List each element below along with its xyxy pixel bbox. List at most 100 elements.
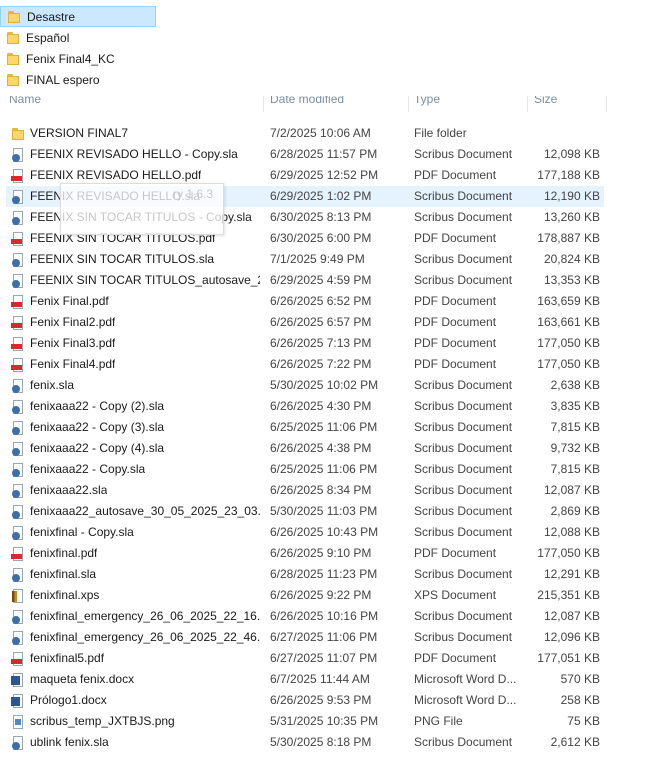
scribus-icon (11, 379, 25, 393)
file-row[interactable]: ublink fenix.sla 5/30/2025 8:18 PM Scribus… (0, 732, 655, 753)
file-name: fenixaaa22 - Copy (3).sla (30, 420, 165, 434)
file-row[interactable]: Fenix Final4.pdf 6/26/2025 7:22 PM PDF Doc… (0, 354, 655, 375)
file-name: Prólogo1.docx (30, 693, 107, 707)
file-row[interactable]: fenixfinal_emergency_26_06_2025_22_16...… (0, 606, 655, 627)
file-row[interactable]: fenixaaa22 - Copy (2).sla 6/26/2025 4:30 … (0, 396, 655, 417)
file-date-modified: 6/25/2025 11:06 PM (270, 420, 378, 434)
word-icon (11, 694, 25, 708)
file-row[interactable]: VERSION FINAL7 7/2/2025 10:06 AM File fold… (0, 123, 655, 144)
file-date-modified: 6/26/2025 6:52 PM (270, 294, 372, 308)
scribus-icon (11, 442, 25, 456)
file-size: 12,087 KB (543, 609, 600, 623)
file-size: 9,732 KB (550, 441, 600, 455)
file-type: Scribus Document (414, 462, 513, 476)
file-row[interactable]: fenixaaa22 - Copy.sla 6/25/2025 11:06 PM S… (0, 459, 655, 480)
file-date-modified: 6/26/2025 7:22 PM (270, 357, 372, 371)
file-date-modified: 6/26/2025 9:22 PM (270, 588, 372, 602)
folder-icon (6, 31, 20, 45)
file-type: Microsoft Word D... (414, 672, 517, 686)
column-header-type[interactable]: Type (414, 96, 440, 106)
file-size: 177,050 KB (537, 357, 600, 371)
png-icon (11, 715, 25, 729)
file-size: 3,835 KB (550, 399, 600, 413)
file-size: 178,887 KB (537, 231, 600, 245)
file-type: XPS Document (414, 588, 497, 602)
tree-item-label: Fenix Final4_KC (26, 51, 115, 66)
file-type: Scribus Document (414, 567, 513, 581)
file-date-modified: 6/29/2025 12:52 PM (270, 168, 379, 182)
file-row[interactable]: fenixaaa22 - Copy (3).sla 6/25/2025 11:06… (0, 417, 655, 438)
file-row[interactable]: Fenix Final3.pdf 6/26/2025 7:13 PM PDF Doc… (0, 333, 655, 354)
file-type: Scribus Document (414, 609, 513, 623)
tree-item-final-espero[interactable]: FINAL espero (0, 69, 160, 90)
file-row[interactable]: fenixfinal_emergency_26_06_2025_22_46...… (0, 627, 655, 648)
file-row[interactable]: Fenix Final2.pdf 6/26/2025 6:57 PM PDF Doc… (0, 312, 655, 333)
file-row[interactable]: fenixaaa22_autosave_30_05_2025_23_03.sla… (0, 501, 655, 522)
file-row[interactable]: fenixfinal.xps 6/26/2025 9:22 PM XPS Docum… (0, 585, 655, 606)
file-row[interactable]: maqueta fenix.docx 6/7/2025 11:44 AM Micro… (0, 669, 655, 690)
file-row[interactable]: scribus_temp_JXTBJS.png 5/31/2025 10:35 P… (0, 711, 655, 732)
scribus-icon (11, 211, 25, 225)
file-size: 13,353 KB (543, 273, 600, 287)
file-size: 2,638 KB (550, 378, 600, 392)
column-header-name[interactable]: Name (9, 96, 41, 106)
scribus-icon (11, 610, 25, 624)
file-row[interactable]: fenix.sla 5/30/2025 10:02 PM Scribus Docum… (0, 375, 655, 396)
file-size: 12,098 KB (543, 147, 600, 161)
file-date-modified: 5/30/2025 10:02 PM (270, 378, 379, 392)
file-row[interactable]: fenixfinal.sla 6/28/2025 11:23 PM Scribus … (0, 564, 655, 585)
file-row[interactable]: FEENIX REVISADO HELLO - Copy.sla 6/28/202… (0, 144, 655, 165)
scribus-icon (11, 631, 25, 645)
file-date-modified: 6/26/2025 7:13 PM (270, 336, 372, 350)
file-row[interactable]: fenixaaa22.sla 6/26/2025 8:34 PM Scribus D… (0, 480, 655, 501)
file-size: 177,188 KB (537, 168, 600, 182)
file-name: fenix.sla (30, 378, 75, 392)
file-row[interactable]: fenixfinal.pdf 6/26/2025 9:10 PM PDF Docum… (0, 543, 655, 564)
file-name: FEENIX SIN TOCAR TITULOS.sla (30, 252, 215, 266)
tree-item-desastre[interactable]: Desastre (0, 6, 156, 27)
file-type: PNG File (414, 714, 463, 728)
file-type: Scribus Document (414, 252, 513, 266)
file-date-modified: 6/30/2025 8:13 PM (270, 210, 372, 224)
file-name: Fenix Final4.pdf (30, 357, 116, 371)
file-size: 177,050 KB (537, 546, 600, 560)
file-row[interactable]: fenixaaa22 - Copy (4).sla 6/26/2025 4:38 … (0, 438, 655, 459)
file-row[interactable]: FEENIX SIN TOCAR TITULOS_autosave_29... 6… (0, 270, 655, 291)
file-row[interactable]: Prólogo1.docx 6/26/2025 9:53 PM Microsoft … (0, 690, 655, 711)
scribus-icon (11, 526, 25, 540)
file-name: fenixaaa22.sla (30, 483, 108, 497)
column-divider[interactable] (408, 96, 409, 112)
file-type: Scribus Document (414, 420, 513, 434)
tree-item-espanol[interactable]: Español (0, 27, 160, 48)
file-date-modified: 6/26/2025 9:53 PM (270, 693, 372, 707)
column-divider[interactable] (263, 96, 264, 112)
file-size: 13,260 KB (543, 210, 600, 224)
column-header-size[interactable]: Size (534, 96, 557, 106)
column-divider[interactable] (606, 96, 607, 112)
file-type: Scribus Document (414, 525, 513, 539)
xps-icon (11, 589, 25, 603)
word-icon (11, 673, 25, 687)
file-date-modified: 6/26/2025 10:43 PM (270, 525, 379, 539)
file-row[interactable]: FEENIX SIN TOCAR TITULOS.sla 7/1/2025 9:4… (0, 249, 655, 270)
column-header-date[interactable]: Date modified (270, 96, 344, 106)
file-type: Microsoft Word D... (414, 693, 517, 707)
file-name: FEENIX REVISADO HELLO - Copy.sla (30, 147, 238, 161)
file-type: Scribus Document (414, 483, 513, 497)
file-date-modified: 6/28/2025 11:57 PM (270, 147, 378, 161)
file-date-modified: 5/30/2025 8:18 PM (270, 735, 372, 749)
scribus-icon (11, 463, 25, 477)
file-date-modified: 7/1/2025 9:49 PM (270, 252, 365, 266)
file-type: Scribus Document (414, 273, 513, 287)
file-row[interactable]: fenixfinal5.pdf 6/27/2025 11:07 PM PDF Doc… (0, 648, 655, 669)
column-divider[interactable] (527, 96, 528, 112)
file-type: Scribus Document (414, 378, 513, 392)
file-size: 7,815 KB (550, 420, 600, 434)
file-name: fenixaaa22 - Copy.sla (30, 462, 146, 476)
file-row[interactable]: fenixfinal - Copy.sla 6/26/2025 10:43 PM S… (0, 522, 655, 543)
file-name: Fenix Final.pdf (30, 294, 109, 308)
tree-item-fenix-final4-kc[interactable]: Fenix Final4_KC (0, 48, 160, 69)
file-row[interactable]: Fenix Final.pdf 6/26/2025 6:52 PM PDF Docu… (0, 291, 655, 312)
file-date-modified: 6/26/2025 6:57 PM (270, 315, 372, 329)
scribus-icon (11, 484, 25, 498)
